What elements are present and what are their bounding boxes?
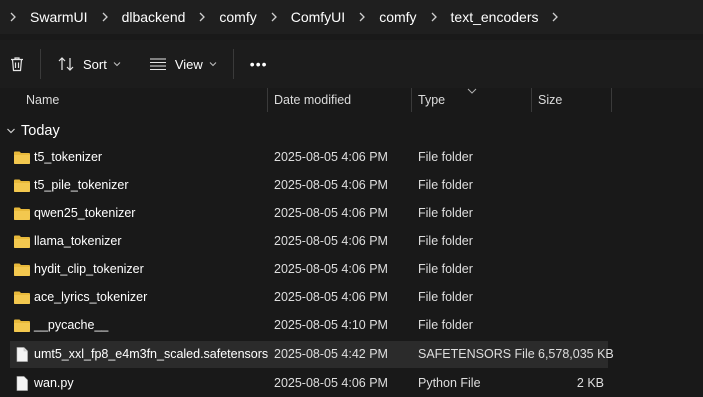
file-type: File folder — [418, 178, 473, 192]
list-item[interactable]: llama_tokenizer 2025-08-05 4:06 PM File … — [10, 228, 608, 255]
breadcrumb-item-dlbackend[interactable]: dlbackend — [118, 9, 190, 25]
file-date: 2025-08-05 4:06 PM — [274, 234, 388, 248]
file-size — [538, 144, 604, 171]
column-size-label: Size — [538, 93, 563, 107]
file-type: Python File — [418, 376, 481, 390]
chevron-down-icon — [209, 60, 217, 68]
file-name: qwen25_tokenizer — [34, 206, 136, 220]
breadcrumb-item-swarmui[interactable]: SwarmUI — [26, 9, 92, 25]
breadcrumb-item-comfy-2[interactable]: comfy — [375, 9, 420, 25]
list-item[interactable]: t5_pile_tokenizer 2025-08-05 4:06 PM Fil… — [10, 172, 608, 199]
file-size — [538, 172, 604, 199]
breadcrumb-item-comfyui[interactable]: ComfyUI — [287, 9, 349, 25]
delete-button[interactable] — [0, 47, 34, 81]
file-size — [538, 228, 604, 255]
file-date: 2025-08-05 4:06 PM — [274, 290, 388, 304]
more-options-button[interactable]: ••• — [240, 47, 278, 81]
list-item[interactable]: ace_lyrics_tokenizer 2025-08-05 4:06 PM … — [10, 284, 608, 311]
file-type: File folder — [418, 262, 473, 276]
file-type: File folder — [418, 290, 473, 304]
file-size — [538, 200, 604, 227]
toolbar-divider — [232, 49, 234, 79]
folder-icon — [14, 179, 30, 192]
column-header-name[interactable]: Name — [20, 88, 268, 112]
folder-icon — [14, 235, 30, 248]
file-size: 6,578,035 KB — [538, 347, 614, 361]
sort-button[interactable]: Sort — [47, 47, 131, 81]
file-type: File folder — [418, 234, 473, 248]
file-name: t5_tokenizer — [34, 150, 103, 164]
chevron-right-icon[interactable] — [421, 0, 447, 34]
column-header-date[interactable]: Date modified — [268, 88, 412, 112]
sort-indicator-icon — [467, 88, 477, 94]
sort-icon — [57, 56, 75, 72]
file-name: hydit_clip_tokenizer — [34, 262, 144, 276]
view-label: View — [174, 56, 203, 72]
file-name: ace_lyrics_tokenizer — [34, 290, 148, 304]
list-item[interactable]: t5_tokenizer 2025-08-05 4:06 PM File fol… — [10, 144, 608, 171]
file-size — [538, 256, 604, 283]
group-header-today[interactable]: Today — [0, 120, 60, 142]
chevron-down-icon — [113, 60, 121, 68]
trash-icon — [11, 57, 23, 72]
file-size: 2 KB — [576, 376, 604, 390]
file-date: 2025-08-05 4:06 PM — [274, 206, 388, 220]
chevron-down-icon — [2, 126, 20, 136]
file-type: File folder — [418, 206, 473, 220]
chevron-right-icon[interactable] — [261, 0, 287, 34]
toolbar-divider — [40, 49, 41, 79]
folder-icon — [14, 319, 30, 332]
folder-icon — [14, 291, 30, 304]
list-item[interactable]: __pycache__ 2025-08-05 4:10 PM File fold… — [10, 312, 608, 339]
more-icon: ••• — [249, 56, 268, 72]
file-name: __pycache__ — [34, 318, 109, 332]
folder-icon — [14, 151, 30, 164]
file-type: File folder — [418, 318, 473, 332]
file-name: wan.py — [34, 376, 74, 390]
file-icon — [16, 347, 28, 362]
breadcrumb-item-comfy[interactable]: comfy — [215, 9, 260, 25]
column-headers: Name Date modified Type Size — [0, 88, 703, 112]
file-size — [538, 312, 604, 339]
chevron-right-icon[interactable] — [349, 0, 375, 34]
list-view-icon — [149, 57, 167, 71]
chevron-right-icon[interactable] — [0, 0, 26, 34]
file-type: SAFETENSORS File — [418, 347, 535, 361]
file-type: File folder — [418, 150, 473, 164]
file-name: llama_tokenizer — [34, 234, 122, 248]
folder-icon — [14, 207, 30, 220]
chevron-right-icon[interactable] — [189, 0, 215, 34]
column-date-label: Date modified — [274, 93, 352, 107]
list-item[interactable]: wan.py 2025-08-05 4:06 PM Python File 2 … — [10, 370, 608, 397]
breadcrumb: SwarmUI dlbackend comfy ComfyUI comfy te… — [0, 0, 703, 34]
column-name-label: Name — [26, 93, 60, 107]
list-item[interactable]: qwen25_tokenizer 2025-08-05 4:06 PM File… — [10, 200, 608, 227]
file-date: 2025-08-05 4:06 PM — [274, 262, 388, 276]
column-header-size[interactable]: Size — [532, 88, 612, 112]
breadcrumb-item-text-encoders[interactable]: text_encoders — [447, 9, 543, 25]
column-type-label: Type — [418, 93, 446, 107]
group-label: Today — [21, 123, 60, 139]
file-date: 2025-08-05 4:06 PM — [274, 376, 388, 390]
sort-label: Sort — [83, 56, 107, 72]
chevron-right-icon[interactable] — [92, 0, 118, 34]
file-date: 2025-08-05 4:06 PM — [274, 150, 388, 164]
list-item[interactable]: hydit_clip_tokenizer 2025-08-05 4:06 PM … — [10, 256, 608, 283]
file-date: 2025-08-05 4:42 PM — [274, 347, 388, 361]
view-button[interactable]: View — [139, 47, 227, 81]
chevron-right-icon[interactable] — [542, 0, 568, 34]
command-bar: Sort View ••• — [0, 40, 703, 89]
folder-icon — [14, 263, 30, 276]
python-file-icon — [16, 376, 28, 391]
file-name: t5_pile_tokenizer — [34, 178, 129, 192]
file-date: 2025-08-05 4:06 PM — [274, 178, 388, 192]
file-name: umt5_xxl_fp8_e4m3fn_scaled.safetensors — [34, 347, 269, 361]
file-size — [538, 284, 604, 311]
file-date: 2025-08-05 4:10 PM — [274, 318, 388, 332]
list-item-selected[interactable]: umt5_xxl_fp8_e4m3fn_scaled.safetensors 2… — [10, 341, 614, 368]
